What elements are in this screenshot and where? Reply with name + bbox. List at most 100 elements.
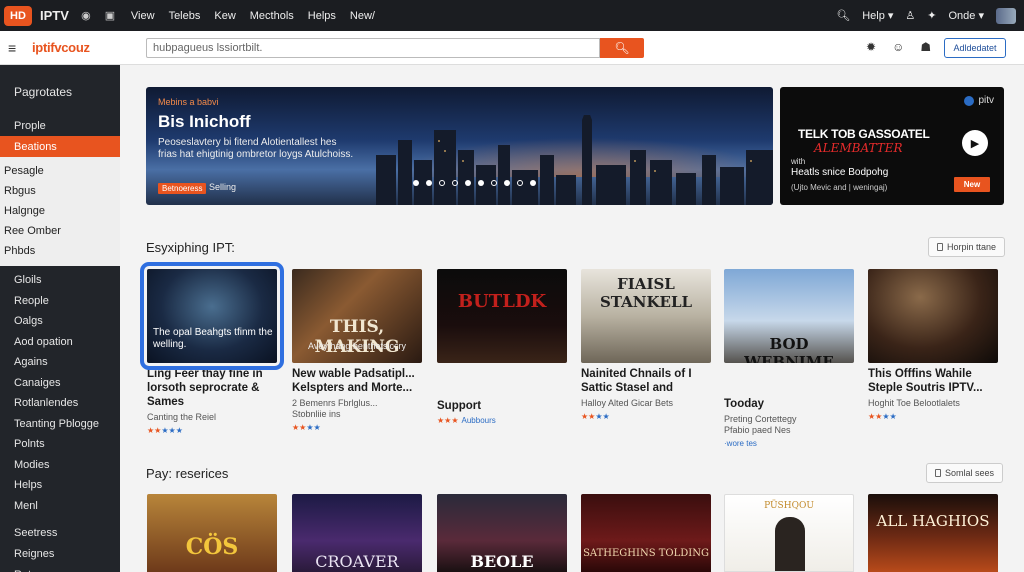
app-logo[interactable]: HD xyxy=(4,5,32,26)
carousel-dot[interactable] xyxy=(413,180,419,186)
card-thumbnail[interactable]: FIAISL STANKELL xyxy=(581,269,711,363)
content-card-thumbnail[interactable]: CROAVER xyxy=(292,494,422,572)
content-card[interactable]: BUTLDK Support ★★★ Aubbours xyxy=(437,269,567,425)
carousel-dot[interactable] xyxy=(452,180,458,186)
content-card[interactable]: FIAISL STANKELL Nainited Chnails of I Sa… xyxy=(581,269,711,421)
card-title[interactable]: This Offfins Wahile Steple Soutris IPTV.… xyxy=(868,367,998,395)
sidebar-item-beations[interactable]: Beations xyxy=(0,136,120,157)
card-title[interactable]: Support xyxy=(437,399,567,413)
promo-card[interactable]: pitv TELK TOB GASSOATEL ALEMBATTER with … xyxy=(780,87,1004,205)
content-card[interactable]: This Offfins Wahile Steple Soutris IPTV.… xyxy=(868,269,998,421)
card-title[interactable]: Nainited Chnails of I Sattic Stasel and xyxy=(581,367,711,395)
content-card[interactable]: THIS, MAKING Avey hang benthetsiccry New… xyxy=(292,269,422,432)
site-header: ≡ iptifvcouz hubpagueus lssiortbilt. 🔍︎ … xyxy=(0,31,1024,65)
carousel-dot[interactable] xyxy=(491,180,497,186)
card-thumbnail[interactable]: The opal Beahgts tfinm the welling. xyxy=(140,262,284,370)
screen-icon[interactable]: ▣ xyxy=(103,9,117,23)
carousel-dot[interactable] xyxy=(530,180,536,186)
sidebar-item-prople[interactable]: Prople xyxy=(0,115,120,136)
menu-mecthols[interactable]: Mecthols xyxy=(250,10,294,22)
promo-script-title: ALEMBATTER xyxy=(814,141,903,155)
sidebar-item[interactable]: Rotuses xyxy=(0,564,120,572)
user-icon[interactable]: ☺ xyxy=(892,40,904,54)
card-overlay-text: CÖS xyxy=(185,534,239,560)
bird-icon[interactable]: ✦ xyxy=(927,9,936,22)
search-input[interactable]: hubpagueus lssiortbilt. xyxy=(146,38,600,58)
carousel-dot[interactable] xyxy=(504,180,510,186)
promo-subtitle-2: (Ujto Mevic and | weningaj) xyxy=(791,183,888,192)
card-overlay-text: ALL HAGHIOS xyxy=(876,512,990,530)
section-2-more-button[interactable]: Somlal sees xyxy=(926,463,1004,483)
people-icon[interactable]: ☗ xyxy=(920,40,931,54)
card-meta: Hoghit Toe Belootlalets xyxy=(868,398,960,408)
section-1-more-button[interactable]: Horpin ttane xyxy=(928,237,1006,257)
content-card-thumbnail[interactable]: SATHEGHINS TOLDING xyxy=(581,494,711,572)
card-title[interactable]: New wable Padsatipl... Kelspters and Mor… xyxy=(292,367,422,395)
menu-view[interactable]: View xyxy=(131,10,155,22)
sidebar-item[interactable]: Reople xyxy=(0,291,120,312)
card-thumbnail[interactable]: THIS, MAKING Avey hang benthetsiccry xyxy=(292,269,422,363)
carousel-dot[interactable] xyxy=(478,180,484,186)
content-card-thumbnail[interactable]: ALL HAGHIOS xyxy=(868,494,998,572)
content-card-thumbnail[interactable]: PÜSHQOU xyxy=(724,494,854,572)
sidebar-item[interactable]: Seetress xyxy=(0,522,120,543)
menu-helps[interactable]: Helps xyxy=(308,10,336,22)
account-button[interactable]: Adldedatet xyxy=(944,38,1006,58)
settings-icon[interactable]: ✹ xyxy=(866,40,876,54)
sidebar-item[interactable]: Agains xyxy=(0,352,120,373)
sidebar-group-1: Pesagle Rbgus Halgnge Ree Omber Phbds xyxy=(0,157,120,266)
card-title[interactable]: Tooday xyxy=(724,397,854,411)
promo-brand: pitv xyxy=(964,95,994,106)
card-extra-link[interactable]: ·wore tes xyxy=(724,439,854,448)
sidebar-item[interactable]: Aod opation xyxy=(0,332,120,353)
user-label: Onde xyxy=(948,10,976,22)
sidebar-item[interactable]: Ree Omber xyxy=(0,221,120,241)
content-card-thumbnail[interactable]: BEOLE xyxy=(437,494,567,572)
sidebar-item[interactable]: Pesagle xyxy=(0,161,120,181)
hero-badge[interactable]: Betnoeress xyxy=(158,183,207,194)
sidebar-item[interactable]: Polnts xyxy=(0,434,120,455)
star-rating: ★★★ Aubbours xyxy=(437,416,567,425)
carousel-dot[interactable] xyxy=(439,180,445,186)
sidebar-item[interactable]: Oalgs xyxy=(0,311,120,332)
sidebar-item[interactable]: Reignes xyxy=(0,543,120,564)
sidebar-item[interactable]: Modies xyxy=(0,455,120,476)
content-card[interactable]: The opal Beahgts tfinm the welling. Ling… xyxy=(140,262,284,435)
hamburger-icon[interactable]: ≡ xyxy=(8,40,20,56)
sidebar-item[interactable]: Canaiges xyxy=(0,373,120,394)
content-card[interactable]: BOD WEBNIME Tooday Preting Cortettegy Pf… xyxy=(724,269,854,448)
sidebar-item[interactable]: Menl xyxy=(0,496,120,517)
card-thumbnail[interactable] xyxy=(868,269,998,363)
play-icon: ▶ xyxy=(970,137,980,150)
search-button[interactable]: 🔍︎ xyxy=(600,38,644,58)
notification-icon[interactable]: ♙ xyxy=(905,9,915,22)
search-icon[interactable]: 🔍︎ xyxy=(836,9,850,22)
menu-new[interactable]: New/ xyxy=(350,10,375,22)
rating-label[interactable]: Aubbours xyxy=(462,416,496,425)
menu-kew[interactable]: Kew xyxy=(214,10,235,22)
hero-banner[interactable]: Mebins a babvi Bis Inichoff Peoseslavter… xyxy=(146,87,773,205)
star-rating: ★★★★★ xyxy=(147,426,277,435)
brand-logo[interactable]: iptifvcouz xyxy=(32,40,90,55)
card-thumbnail[interactable]: BOD WEBNIME xyxy=(724,269,854,363)
content-card-thumbnail[interactable]: CÖS xyxy=(147,494,277,572)
help-menu[interactable]: Help ▾ xyxy=(862,9,893,22)
card-title[interactable]: Ling Feer thay fine in lorsoth seprocrat… xyxy=(147,367,277,409)
profile-icon[interactable]: ◉ xyxy=(79,9,93,23)
user-menu[interactable]: Onde ▾ xyxy=(949,9,985,22)
sidebar-item[interactable]: Halgnge xyxy=(0,201,120,221)
sidebar-item[interactable]: Phbds xyxy=(0,241,120,261)
sidebar-item[interactable]: Rotlanlendes xyxy=(0,393,120,414)
carousel-dot[interactable] xyxy=(426,180,432,186)
avatar[interactable] xyxy=(996,7,1016,24)
sidebar-item[interactable]: Helps xyxy=(0,475,120,496)
sidebar-item[interactable]: Gloils xyxy=(0,270,120,291)
play-button[interactable]: ▶ xyxy=(962,130,988,156)
menu-telebs[interactable]: Telebs xyxy=(169,10,201,22)
carousel-dot[interactable] xyxy=(465,180,471,186)
promo-now-button[interactable]: New xyxy=(954,177,990,192)
sidebar-item[interactable]: Rbgus xyxy=(0,181,120,201)
carousel-dot[interactable] xyxy=(517,180,523,186)
card-thumbnail[interactable]: BUTLDK xyxy=(437,269,567,363)
sidebar-item[interactable]: Teanting Pblogge xyxy=(0,414,120,435)
